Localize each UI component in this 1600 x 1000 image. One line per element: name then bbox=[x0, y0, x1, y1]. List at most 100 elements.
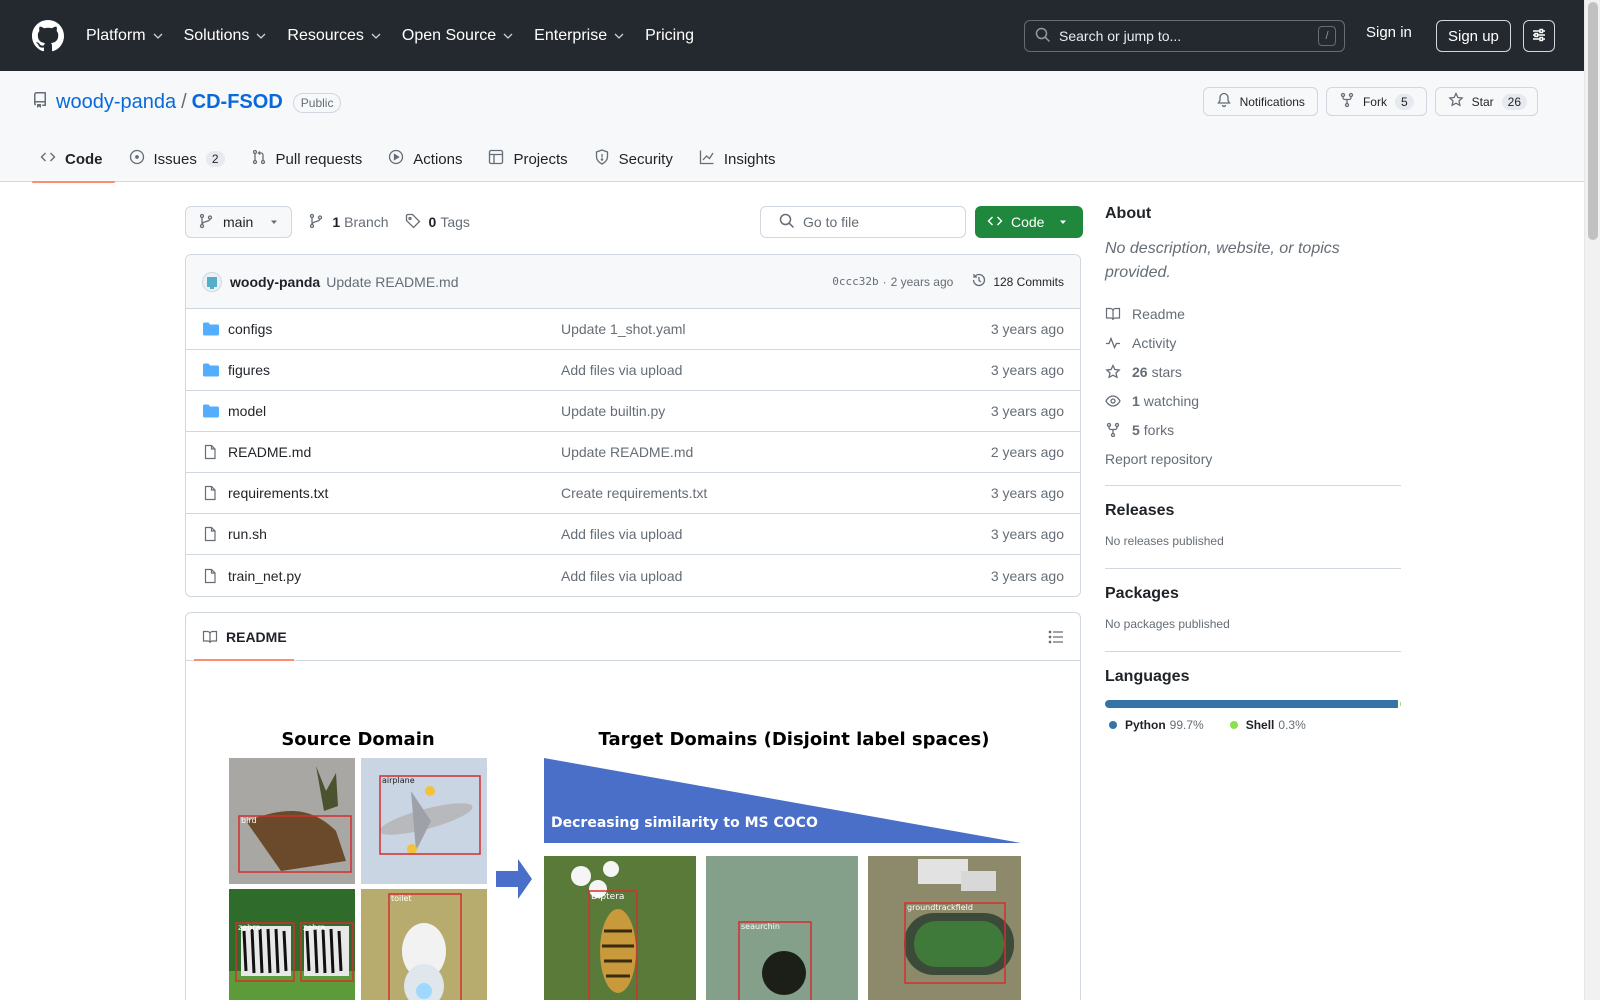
target-domain-title: Target Domains (Disjoint label spaces) bbox=[599, 729, 990, 750]
file-name-link[interactable]: figures bbox=[228, 362, 561, 378]
branches-link[interactable]: 1 Branch bbox=[308, 213, 389, 232]
tab-issues[interactable]: Issues 2 bbox=[121, 136, 237, 182]
file-row[interactable]: requirements.txt Create requirements.txt… bbox=[186, 473, 1080, 514]
commit-author-link[interactable]: woody-panda bbox=[230, 274, 320, 290]
file-age: 2 years ago bbox=[990, 444, 1064, 460]
file-commit-message[interactable]: Update 1_shot.yaml bbox=[561, 321, 991, 337]
file-row[interactable]: README.md Update README.md 2 years ago bbox=[186, 432, 1080, 473]
nav-open-source[interactable]: Open Source bbox=[402, 27, 514, 45]
global-search-input[interactable]: Search or jump to... / bbox=[1024, 20, 1345, 52]
nav-label: Open Source bbox=[401, 26, 497, 44]
readme-tab-title[interactable]: README bbox=[226, 629, 287, 645]
avatar[interactable] bbox=[202, 271, 222, 292]
commit-message-link[interactable]: Update README.md bbox=[326, 274, 458, 290]
packages-empty-text: No packages published bbox=[1105, 617, 1230, 631]
language-shell[interactable]: Shell 0.3% bbox=[1226, 718, 1306, 732]
chevron-down-icon bbox=[255, 30, 267, 42]
file-name-link[interactable]: configs bbox=[228, 321, 561, 337]
tab-code[interactable]: Code bbox=[32, 136, 115, 183]
releases-heading[interactable]: Releases bbox=[1105, 502, 1401, 520]
nav-platform[interactable]: Platform bbox=[86, 27, 164, 45]
packages-heading[interactable]: Packages bbox=[1105, 585, 1401, 603]
file-icon bbox=[202, 485, 220, 501]
chevron-down-icon bbox=[502, 30, 514, 42]
file-age: 3 years ago bbox=[990, 526, 1064, 542]
language-python[interactable]: Python 99.7% bbox=[1105, 718, 1204, 732]
branch-selector[interactable]: main bbox=[185, 206, 293, 238]
file-name-link[interactable]: README.md bbox=[228, 444, 561, 460]
sign-in-link[interactable]: Sign in bbox=[1366, 24, 1412, 41]
repo-actions: Notifications Fork 5 Star 26 bbox=[1202, 87, 1538, 116]
notifications-label: Notifications bbox=[1239, 94, 1305, 109]
file-commit-message[interactable]: Update README.md bbox=[561, 444, 991, 460]
file-commit-message[interactable]: Add files via upload bbox=[561, 526, 991, 542]
stars-link[interactable]: 26 stars bbox=[1105, 357, 1401, 386]
star-label: Star bbox=[1471, 94, 1494, 109]
tab-pull-requests[interactable]: Pull requests bbox=[243, 136, 375, 182]
scrollbar-thumb[interactable] bbox=[1588, 2, 1598, 240]
bbox-label: seaurchin bbox=[741, 922, 780, 931]
folder-icon bbox=[202, 321, 220, 337]
file-icon bbox=[202, 568, 220, 584]
file-name-link[interactable]: model bbox=[228, 403, 561, 419]
report-repository-link[interactable]: Report repository bbox=[1105, 444, 1401, 473]
file-name-link[interactable]: run.sh bbox=[228, 526, 561, 542]
language-color-dot bbox=[1109, 721, 1117, 729]
link-text: stars bbox=[1151, 363, 1182, 380]
file-age: 3 years ago bbox=[990, 321, 1064, 337]
history-icon bbox=[971, 272, 993, 291]
tag-count: 0 bbox=[428, 214, 437, 230]
tags-link[interactable]: 0 Tags bbox=[405, 213, 470, 232]
file-row[interactable]: run.sh Add files via upload 3 years ago bbox=[186, 514, 1080, 555]
file-commit-message[interactable]: Add files via upload bbox=[561, 362, 991, 378]
language-bar bbox=[1105, 700, 1401, 708]
link-text: Readme bbox=[1132, 305, 1185, 322]
tab-security[interactable]: Security bbox=[586, 136, 685, 182]
issue-opened-icon bbox=[129, 149, 154, 169]
bell-icon bbox=[1216, 92, 1240, 111]
activity-link[interactable]: Activity bbox=[1105, 328, 1401, 357]
file-row[interactable]: model Update builtin.py 3 years ago bbox=[186, 391, 1080, 432]
watchers-link[interactable]: 1 watching bbox=[1105, 386, 1401, 415]
menu-button[interactable] bbox=[1523, 20, 1555, 52]
fork-button[interactable]: Fork 5 bbox=[1325, 87, 1427, 116]
pulse-icon bbox=[1106, 336, 1120, 349]
repo-owner-link[interactable]: woody-panda bbox=[56, 91, 176, 114]
forks-link[interactable]: 5 forks bbox=[1105, 415, 1401, 444]
nav-label: Solutions bbox=[183, 26, 250, 44]
wedge-text: Decreasing similarity to MS COCO bbox=[551, 815, 818, 831]
file-commit-message[interactable]: Update builtin.py bbox=[561, 403, 991, 419]
sidebar-divider bbox=[1105, 651, 1401, 652]
book-icon bbox=[1105, 307, 1121, 320]
github-logo-icon[interactable] bbox=[32, 19, 64, 52]
nav-enterprise[interactable]: Enterprise bbox=[534, 27, 625, 45]
file-row[interactable]: figures Add files via upload 3 years ago bbox=[186, 350, 1080, 391]
readme-link[interactable]: Readme bbox=[1105, 299, 1401, 328]
file-commit-message[interactable]: Add files via upload bbox=[561, 568, 991, 584]
notifications-button[interactable]: Notifications bbox=[1202, 87, 1318, 116]
code-dropdown-button[interactable]: Code bbox=[975, 206, 1083, 238]
tab-projects[interactable]: Projects bbox=[480, 136, 579, 182]
file-name-link[interactable]: requirements.txt bbox=[228, 485, 561, 501]
sign-up-button[interactable]: Sign up bbox=[1436, 20, 1511, 52]
star-button[interactable]: Star 26 bbox=[1434, 87, 1538, 116]
file-name-link[interactable]: train_net.py bbox=[228, 568, 561, 584]
tab-actions[interactable]: Actions bbox=[380, 136, 474, 182]
commit-hash-link[interactable]: 0ccc32b bbox=[832, 275, 878, 288]
file-row[interactable]: configs Update 1_shot.yaml 3 years ago bbox=[186, 309, 1080, 350]
outline-icon[interactable] bbox=[1048, 629, 1064, 645]
page-scrollbar[interactable] bbox=[1584, 0, 1600, 1000]
nav-pricing[interactable]: Pricing bbox=[645, 27, 694, 45]
commits-history-link[interactable]: 128 Commits bbox=[971, 272, 1064, 291]
tab-insights[interactable]: Insights bbox=[691, 136, 788, 182]
file-commit-message[interactable]: Create requirements.txt bbox=[561, 485, 991, 501]
language-name: Python bbox=[1125, 718, 1166, 732]
nav-solutions[interactable]: Solutions bbox=[184, 27, 268, 45]
triangle-down-icon bbox=[269, 214, 279, 230]
nav-resources[interactable]: Resources bbox=[287, 27, 381, 45]
file-row[interactable]: train_net.py Add files via upload 3 year… bbox=[186, 555, 1080, 596]
go-to-file-input[interactable]: Go to file bbox=[760, 206, 966, 238]
repo-name-link[interactable]: CD-FSOD bbox=[192, 91, 283, 114]
commit-age: 2 years ago bbox=[890, 274, 954, 289]
star-icon bbox=[1447, 91, 1472, 111]
